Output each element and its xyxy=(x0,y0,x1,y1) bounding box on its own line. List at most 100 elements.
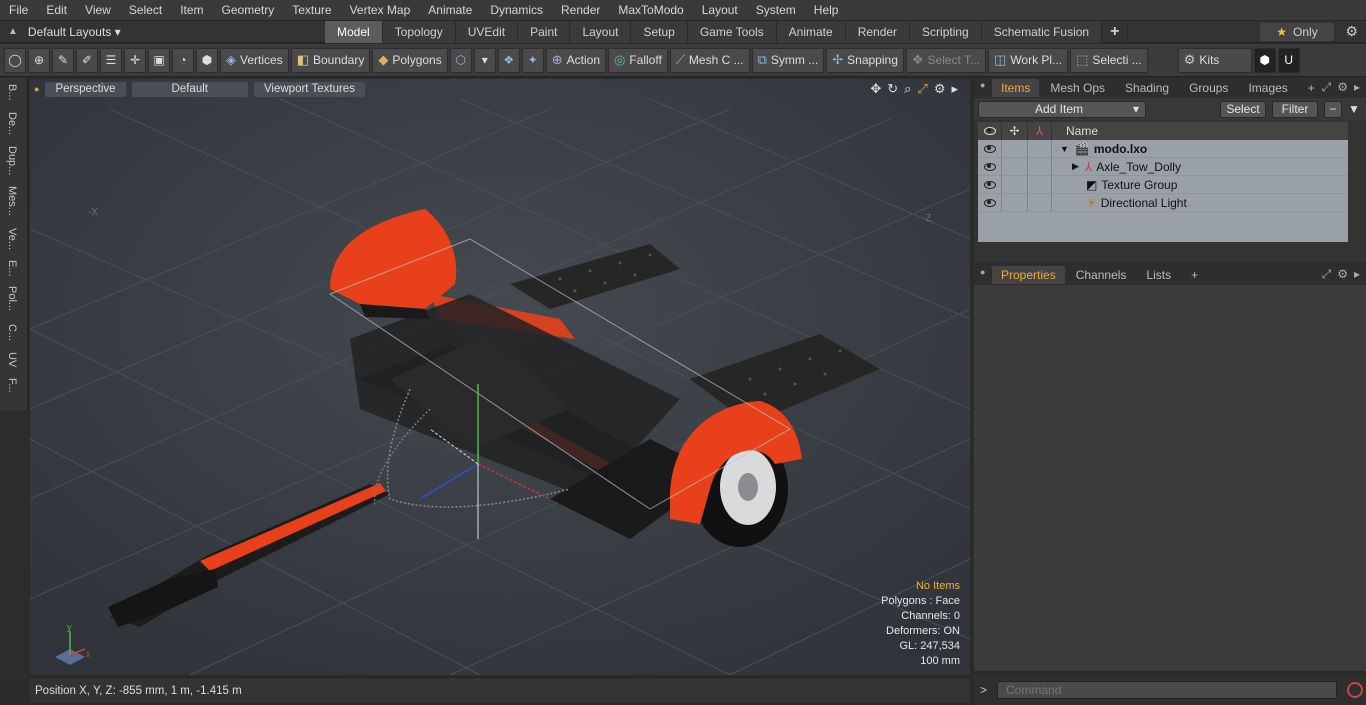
strip-tab-curve[interactable]: C... xyxy=(6,324,18,341)
boundary-button[interactable]: ◧ Boundary xyxy=(290,47,371,73)
pen-icon[interactable]: ✎ xyxy=(52,47,74,73)
align-icon[interactable]: ☰ xyxy=(100,47,122,73)
tab-paint[interactable]: Paint xyxy=(518,20,571,43)
sphere-select-icon[interactable]: ◯ xyxy=(4,47,26,73)
list-item[interactable]: ▶ ⅄ Axle_Tow_Dolly xyxy=(978,157,1348,176)
visibility-eye-icon[interactable] xyxy=(978,193,1002,212)
strip-tab-uv[interactable]: UV xyxy=(6,352,18,367)
tab-channels[interactable]: Channels xyxy=(1067,266,1136,284)
select-through-button[interactable]: ❖ Select T... xyxy=(905,47,987,73)
tab-uvedit[interactable]: UVEdit xyxy=(455,20,519,43)
tab-shading[interactable]: Shading xyxy=(1116,79,1178,97)
selection-sets-button[interactable]: ⬚ Selecti ... xyxy=(1070,47,1148,73)
globe-icon[interactable]: ⊕ xyxy=(28,47,50,73)
panel-gear-icon[interactable]: ⚙ xyxy=(1337,80,1348,95)
menu-layout[interactable]: Layout xyxy=(693,0,747,21)
panel-gear-icon[interactable]: ⚙ xyxy=(1337,267,1348,282)
select-button[interactable]: Select xyxy=(1220,100,1266,118)
viewport-gear-icon[interactable]: ⚙ xyxy=(934,81,946,97)
unreal-icon[interactable]: U xyxy=(1277,47,1300,73)
expand-triangle-icon[interactable]: ▼ xyxy=(1060,144,1069,154)
tab-items[interactable]: Items xyxy=(992,79,1040,97)
strip-tab-edge[interactable]: E... xyxy=(6,260,18,277)
panel-arrow-icon[interactable]: ▸ xyxy=(1354,80,1360,95)
menu-geometry[interactable]: Geometry xyxy=(213,0,284,21)
list-item[interactable]: ☀ Directional Light xyxy=(978,193,1348,212)
add-tab-icon[interactable]: + xyxy=(1102,20,1129,43)
command-input[interactable] xyxy=(997,681,1338,699)
strip-tab-fusion[interactable]: F... xyxy=(6,378,18,393)
3d-viewport[interactable]: ● Perspective Default Viewport Textures … xyxy=(30,79,970,675)
tab-game-tools[interactable]: Game Tools xyxy=(687,20,777,43)
tab-schematic-fusion[interactable]: Schematic Fusion xyxy=(981,20,1103,43)
list-item[interactable]: ▼ 🎬 modo.lxo xyxy=(978,139,1348,158)
panel-arrow-icon[interactable]: ▸ xyxy=(1354,267,1360,282)
menu-dynamics[interactable]: Dynamics xyxy=(481,0,552,21)
tab-animate[interactable]: Animate xyxy=(776,20,846,43)
tab-layout[interactable]: Layout xyxy=(570,20,632,43)
tab-groups[interactable]: Groups xyxy=(1180,79,1237,97)
menu-edit[interactable]: Edit xyxy=(37,0,76,21)
zoom-icon[interactable]: ⌕ xyxy=(904,81,911,97)
gear-icon[interactable]: ⚙ xyxy=(1345,23,1358,40)
viewport-textures-dropdown[interactable]: Viewport Textures xyxy=(253,81,365,97)
collapse-icon[interactable]: − xyxy=(1324,100,1342,118)
viewport-expand-icon[interactable]: ▸ xyxy=(951,81,958,97)
strip-tab-b[interactable]: B... xyxy=(6,84,18,101)
pan-icon[interactable]: ✥ xyxy=(870,81,881,97)
strip-tab-polygon[interactable]: Pol... xyxy=(6,286,18,311)
add-panel-tab-icon[interactable]: + xyxy=(1299,79,1324,97)
kits-button[interactable]: ⚙ Kits xyxy=(1177,47,1252,73)
menu-view[interactable]: View xyxy=(76,0,120,21)
tab-render[interactable]: Render xyxy=(845,20,911,43)
command-arrow-icon[interactable]: > xyxy=(980,683,987,697)
tab-properties[interactable]: Properties xyxy=(992,266,1065,284)
tab-mesh-ops[interactable]: Mesh Ops xyxy=(1041,79,1114,97)
tab-lists[interactable]: Lists xyxy=(1137,266,1180,284)
strip-tab-vertex[interactable]: Ve... xyxy=(6,228,18,250)
lock-cell[interactable] xyxy=(1002,139,1028,158)
cube-icon[interactable]: ⬢ xyxy=(1253,47,1276,73)
add-panel-tab-icon[interactable]: + xyxy=(1182,266,1207,284)
tab-model[interactable]: Model xyxy=(325,20,383,43)
menu-select[interactable]: Select xyxy=(120,0,171,21)
menu-help[interactable]: Help xyxy=(805,0,848,21)
tab-topology[interactable]: Topology xyxy=(382,20,456,43)
vertices-button[interactable]: ◈ Vertices xyxy=(220,47,289,73)
menu-system[interactable]: System xyxy=(747,0,805,21)
tab-scripting[interactable]: Scripting xyxy=(910,20,982,43)
expand-triangle-icon[interactable]: ▶ xyxy=(1072,161,1079,172)
menu-maxtomodo[interactable]: MaxToModo xyxy=(609,0,692,21)
maximize-icon[interactable]: ⤢ xyxy=(1322,80,1332,95)
panel-menu-dot-icon[interactable]: ● xyxy=(980,80,985,90)
mesh-constraints-button[interactable]: ⟋ Mesh C ... xyxy=(669,47,750,73)
layouts-dropdown[interactable]: ▲ Default Layouts ▾ xyxy=(0,21,325,43)
shading-dropdown[interactable]: Default xyxy=(131,81,248,97)
maximize-icon[interactable]: ⤢ xyxy=(1322,267,1332,282)
brush-icon[interactable]: ✐ xyxy=(76,47,98,73)
funnel-icon[interactable]: ▼ xyxy=(1348,102,1360,116)
only-button[interactable]: ★ Only xyxy=(1260,23,1334,41)
work-plane-button[interactable]: ◫ Work Pl... xyxy=(988,47,1069,73)
panel-menu-dot-icon[interactable]: ● xyxy=(980,267,985,277)
box-select-icon[interactable]: ▣ xyxy=(148,47,170,73)
material-icon[interactable]: ❖ xyxy=(497,47,520,73)
strip-tab-duplicate[interactable]: Dup... xyxy=(6,146,18,175)
lock-cell[interactable] xyxy=(1002,175,1028,194)
menu-render[interactable]: Render xyxy=(552,0,609,21)
menu-item[interactable]: Item xyxy=(171,0,212,21)
viewport-menu-dot-icon[interactable]: ● xyxy=(34,84,39,94)
add-item-dropdown[interactable]: Add Item ▾ xyxy=(978,100,1146,118)
falloff-button[interactable]: ◎ Falloff xyxy=(608,47,668,73)
snapping-button[interactable]: ✢ Snapping xyxy=(826,47,904,73)
pivot-icon[interactable]: ✦ xyxy=(521,47,544,73)
menu-vertex-map[interactable]: Vertex Map xyxy=(341,0,420,21)
strip-tab-deform[interactable]: De... xyxy=(6,112,18,135)
strip-tab-mesh-edit[interactable]: Mes... xyxy=(6,186,18,216)
perspective-dropdown[interactable]: Perspective xyxy=(45,81,126,97)
lock-cell[interactable] xyxy=(1002,157,1028,176)
tab-images[interactable]: Images xyxy=(1239,79,1296,97)
polygons-button[interactable]: ◆ Polygons xyxy=(372,47,448,73)
item-mode-icon[interactable]: ⬡ xyxy=(449,47,472,73)
record-icon[interactable] xyxy=(1347,682,1364,698)
